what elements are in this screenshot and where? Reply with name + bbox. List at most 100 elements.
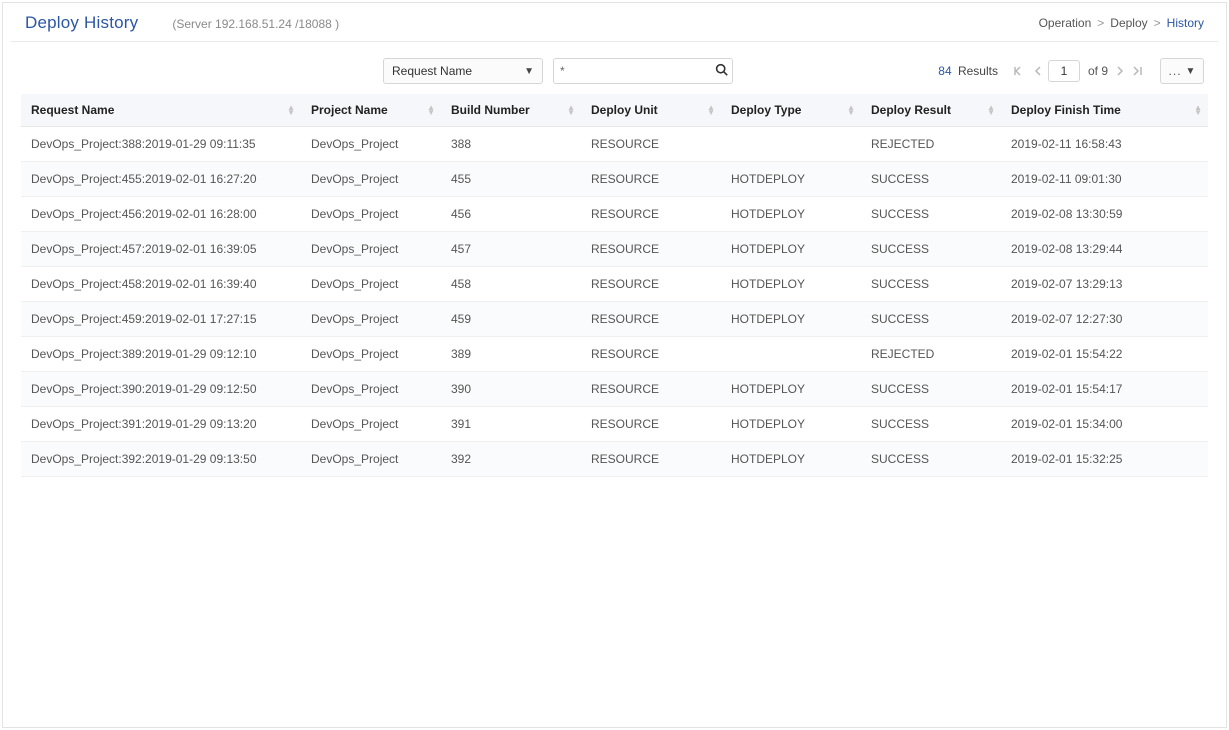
cell-result: SUCCESS	[861, 267, 1001, 302]
col-header[interactable]: Deploy Unit▲▼	[581, 94, 721, 127]
server-info: (Server 192.168.51.24 /18088 )	[172, 17, 339, 31]
cell-build: 392	[441, 442, 581, 477]
last-page-button[interactable]	[1130, 66, 1146, 76]
page-total: of 9	[1088, 64, 1108, 78]
cell-project: DevOps_Project	[301, 372, 441, 407]
cell-unit: RESOURCE	[581, 442, 721, 477]
more-actions-button[interactable]: ... ▼	[1160, 58, 1204, 84]
cell-finish: 2019-02-08 13:29:44	[1001, 232, 1208, 267]
cell-result: REJECTED	[861, 127, 1001, 162]
cell-build: 458	[441, 267, 581, 302]
cell-request[interactable]: DevOps_Project:392:2019-01-29 09:13:50	[21, 442, 301, 477]
cell-unit: RESOURCE	[581, 407, 721, 442]
cell-request[interactable]: DevOps_Project:456:2019-02-01 16:28:00	[21, 197, 301, 232]
cell-unit: RESOURCE	[581, 162, 721, 197]
cell-unit: RESOURCE	[581, 232, 721, 267]
header-left: Deploy History (Server 192.168.51.24 /18…	[25, 13, 339, 33]
toolbar-left: Request Name ▼	[383, 58, 733, 84]
table-header: Request Name▲▼Project Name▲▼Build Number…	[21, 94, 1208, 127]
cell-project: DevOps_Project	[301, 232, 441, 267]
chevron-right-icon: >	[1154, 16, 1161, 30]
table-row[interactable]: DevOps_Project:388:2019-01-29 09:11:35De…	[21, 127, 1208, 162]
col-header[interactable]: Deploy Result▲▼	[861, 94, 1001, 127]
search-input[interactable]	[560, 64, 715, 78]
cell-type	[721, 337, 861, 372]
cell-type: HOTDEPLOY	[721, 162, 861, 197]
search-box[interactable]	[553, 58, 733, 84]
ellipsis-icon: ...	[1169, 64, 1182, 78]
col-header[interactable]: Request Name▲▼	[21, 94, 301, 127]
pager: of 9	[1012, 60, 1146, 82]
col-header[interactable]: Deploy Finish Time▲▼	[1001, 94, 1208, 127]
chevron-right-icon: >	[1097, 16, 1104, 30]
cell-type: HOTDEPLOY	[721, 232, 861, 267]
cell-unit: RESOURCE	[581, 302, 721, 337]
crumb-operation[interactable]: Operation	[1039, 16, 1092, 30]
toolbar: Request Name ▼ 84 Results	[11, 42, 1218, 94]
cell-request[interactable]: DevOps_Project:459:2019-02-01 17:27:15	[21, 302, 301, 337]
sort-icon[interactable]: ▲▼	[287, 105, 295, 115]
toolbar-right: 84 Results of 9 ...	[938, 58, 1204, 84]
filter-field-select[interactable]: Request Name ▼	[383, 58, 543, 84]
table-row[interactable]: DevOps_Project:458:2019-02-01 16:39:40De…	[21, 267, 1208, 302]
results-label: Results	[958, 64, 998, 78]
cell-project: DevOps_Project	[301, 162, 441, 197]
cell-unit: RESOURCE	[581, 337, 721, 372]
cell-finish: 2019-02-01 15:34:00	[1001, 407, 1208, 442]
sort-icon[interactable]: ▲▼	[567, 105, 575, 115]
cell-request[interactable]: DevOps_Project:458:2019-02-01 16:39:40	[21, 267, 301, 302]
cell-finish: 2019-02-11 09:01:30	[1001, 162, 1208, 197]
page-header: Deploy History (Server 192.168.51.24 /18…	[11, 7, 1218, 42]
cell-type: HOTDEPLOY	[721, 197, 861, 232]
cell-project: DevOps_Project	[301, 442, 441, 477]
cell-finish: 2019-02-01 15:32:25	[1001, 442, 1208, 477]
cell-finish: 2019-02-08 13:30:59	[1001, 197, 1208, 232]
page-input[interactable]	[1048, 60, 1080, 82]
cell-result: SUCCESS	[861, 407, 1001, 442]
table-row[interactable]: DevOps_Project:456:2019-02-01 16:28:00De…	[21, 197, 1208, 232]
sort-icon[interactable]: ▲▼	[427, 105, 435, 115]
cell-unit: RESOURCE	[581, 127, 721, 162]
table-row[interactable]: DevOps_Project:390:2019-01-29 09:12:50De…	[21, 372, 1208, 407]
first-page-button[interactable]	[1012, 66, 1028, 76]
cell-request[interactable]: DevOps_Project:389:2019-01-29 09:12:10	[21, 337, 301, 372]
filter-field-label: Request Name	[392, 64, 472, 78]
table-row[interactable]: DevOps_Project:457:2019-02-01 16:39:05De…	[21, 232, 1208, 267]
cell-unit: RESOURCE	[581, 372, 721, 407]
cell-result: REJECTED	[861, 337, 1001, 372]
cell-request[interactable]: DevOps_Project:391:2019-01-29 09:13:20	[21, 407, 301, 442]
cell-request[interactable]: DevOps_Project:388:2019-01-29 09:11:35	[21, 127, 301, 162]
col-header[interactable]: Build Number▲▼	[441, 94, 581, 127]
cell-result: SUCCESS	[861, 442, 1001, 477]
col-header[interactable]: Deploy Type▲▼	[721, 94, 861, 127]
cell-request[interactable]: DevOps_Project:390:2019-01-29 09:12:50	[21, 372, 301, 407]
cell-build: 388	[441, 127, 581, 162]
sort-icon[interactable]: ▲▼	[1194, 105, 1202, 115]
table-row[interactable]: DevOps_Project:391:2019-01-29 09:13:20De…	[21, 407, 1208, 442]
deploy-history-table: Request Name▲▼Project Name▲▼Build Number…	[21, 94, 1208, 477]
next-page-button[interactable]	[1114, 66, 1126, 76]
crumb-deploy[interactable]: Deploy	[1110, 16, 1147, 30]
sort-icon[interactable]: ▲▼	[987, 105, 995, 115]
cell-request[interactable]: DevOps_Project:457:2019-02-01 16:39:05	[21, 232, 301, 267]
cell-build: 456	[441, 197, 581, 232]
table-row[interactable]: DevOps_Project:389:2019-01-29 09:12:10De…	[21, 337, 1208, 372]
cell-unit: RESOURCE	[581, 267, 721, 302]
sort-icon[interactable]: ▲▼	[707, 105, 715, 115]
table-body: DevOps_Project:388:2019-01-29 09:11:35De…	[21, 127, 1208, 477]
chevron-down-icon: ▼	[1186, 66, 1196, 77]
cell-build: 390	[441, 372, 581, 407]
sort-icon[interactable]: ▲▼	[847, 105, 855, 115]
cell-unit: RESOURCE	[581, 197, 721, 232]
table-row[interactable]: DevOps_Project:392:2019-01-29 09:13:50De…	[21, 442, 1208, 477]
cell-type: HOTDEPLOY	[721, 372, 861, 407]
cell-build: 455	[441, 162, 581, 197]
col-header[interactable]: Project Name▲▼	[301, 94, 441, 127]
cell-request[interactable]: DevOps_Project:455:2019-02-01 16:27:20	[21, 162, 301, 197]
search-icon[interactable]	[715, 63, 728, 79]
table-row[interactable]: DevOps_Project:455:2019-02-01 16:27:20De…	[21, 162, 1208, 197]
cell-project: DevOps_Project	[301, 337, 441, 372]
prev-page-button[interactable]	[1032, 66, 1044, 76]
table-row[interactable]: DevOps_Project:459:2019-02-01 17:27:15De…	[21, 302, 1208, 337]
cell-type: HOTDEPLOY	[721, 267, 861, 302]
